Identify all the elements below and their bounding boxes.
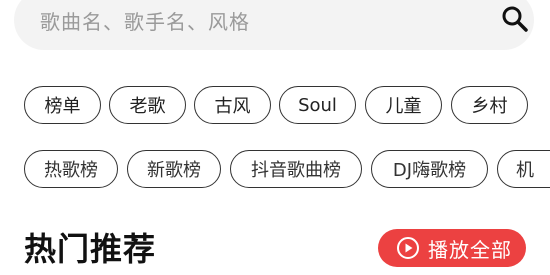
- tag-chip[interactable]: Soul: [279, 86, 356, 124]
- chart-chip[interactable]: DJ嗨歌榜: [371, 150, 488, 188]
- play-circle-icon: [396, 236, 420, 260]
- tag-row-charts: 热歌榜 新歌榜 抖音歌曲榜 DJ嗨歌榜 机: [0, 149, 550, 191]
- search-bar[interactable]: 歌曲名、歌手名、风格: [14, 0, 534, 50]
- search-placeholder[interactable]: 歌曲名、歌手名、风格: [40, 6, 250, 35]
- tag-chip[interactable]: 儿童: [365, 86, 442, 124]
- chart-chip[interactable]: 新歌榜: [127, 150, 221, 188]
- section-title: 热门推荐: [24, 230, 157, 268]
- tag-chip[interactable]: 榜单: [24, 86, 101, 124]
- tag-row-categories: 榜单 老歌 古风 Soul 儿童 乡村: [0, 85, 550, 127]
- chart-chip[interactable]: 抖音歌曲榜: [230, 150, 362, 188]
- play-all-button[interactable]: 播放全部: [378, 229, 526, 267]
- tag-chip[interactable]: 乡村: [451, 86, 528, 124]
- chart-chip[interactable]: 机: [497, 150, 550, 188]
- tag-chip[interactable]: 老歌: [109, 86, 186, 124]
- chart-chip[interactable]: 热歌榜: [24, 150, 118, 188]
- play-all-label: 播放全部: [428, 237, 512, 262]
- search-icon[interactable]: [500, 4, 530, 34]
- tag-chip[interactable]: 古风: [194, 86, 271, 124]
